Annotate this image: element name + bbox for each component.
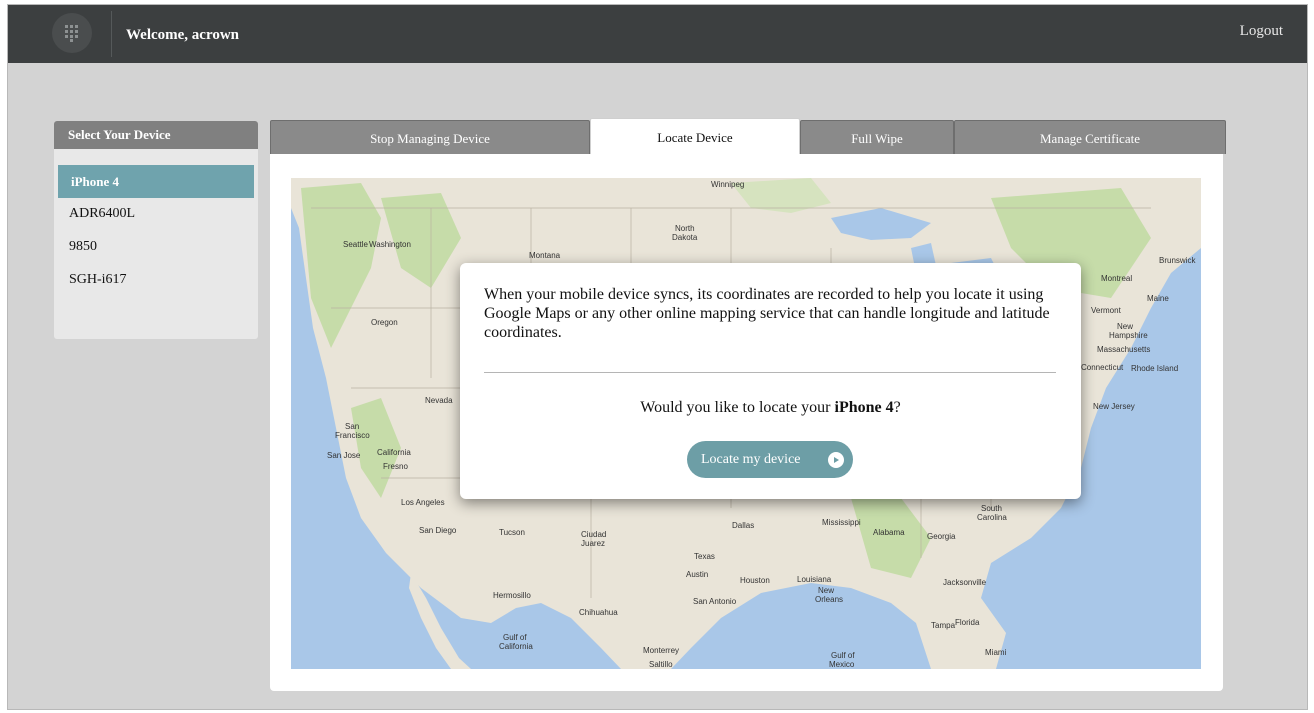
map-label: Chihuahua — [579, 608, 618, 617]
header-divider — [111, 11, 112, 57]
map-label: Winnipeg — [711, 180, 745, 189]
device-item-iphone-4[interactable]: iPhone 4 — [58, 165, 254, 198]
tab-bar: Stop Managing Device Locate Device Full … — [270, 118, 1226, 154]
map-label: Tampa — [931, 621, 956, 630]
device-item-9850[interactable]: 9850 — [54, 231, 258, 264]
tab-locate-device[interactable]: Locate Device — [590, 118, 800, 154]
map-label: Mexico — [829, 660, 855, 669]
map-label: Miami — [985, 648, 1007, 657]
map-label: Oregon — [371, 318, 398, 327]
map-label: Austin — [686, 570, 709, 579]
map-label: Washington — [369, 240, 411, 249]
tab-stop-managing-device[interactable]: Stop Managing Device — [270, 120, 590, 154]
device-item-sgh-i617[interactable]: SGH-i617 — [54, 264, 258, 297]
device-item-adr6400l[interactable]: ADR6400L — [54, 198, 258, 231]
map-label: Juarez — [581, 539, 606, 548]
logout-link[interactable]: Logout — [1240, 23, 1283, 40]
map-label: Alabama — [873, 528, 905, 537]
question-prefix: Would you like to locate your — [640, 399, 835, 416]
locate-my-device-button[interactable]: Locate my device — [687, 441, 853, 478]
map-label: Rhode Island — [1131, 364, 1179, 373]
map-label: Maine — [1147, 294, 1169, 303]
map-label: Jacksonville — [943, 578, 987, 587]
device-sidebar: Select Your Device iPhone 4 ADR6400L 985… — [54, 121, 258, 339]
map-label: San Jose — [327, 451, 361, 460]
map-label: Nevada — [425, 396, 453, 405]
map-label: Seattle — [343, 240, 368, 249]
dialog-question: Would you like to locate your iPhone 4? — [460, 399, 1081, 417]
map-label: Vermont — [1091, 306, 1121, 315]
map-label: Tucson — [499, 528, 525, 537]
map-label: North — [675, 224, 695, 233]
grid-logo-icon — [52, 13, 92, 53]
map-label: Saltillo — [649, 660, 673, 669]
map-label: Dallas — [732, 521, 755, 530]
map-label: Connecticut — [1081, 363, 1124, 372]
dialog-divider — [484, 372, 1056, 373]
sidebar-title: Select Your Device — [54, 121, 258, 149]
question-device: iPhone 4 — [834, 399, 894, 416]
map-label: Monterrey — [643, 646, 680, 655]
tab-full-wipe[interactable]: Full Wipe — [800, 120, 954, 154]
map-label: Ciudad — [581, 530, 607, 539]
map-label: New — [1117, 322, 1134, 331]
map-label: Texas — [694, 552, 715, 561]
map-label: Gulf of — [831, 651, 855, 660]
map-label: Houston — [740, 576, 770, 585]
dialog-description: When your mobile device syncs, its coord… — [484, 286, 1050, 341]
map-label: New — [818, 586, 835, 595]
map-label: San — [345, 422, 360, 431]
map-label: Hampshire — [1109, 331, 1148, 340]
map-label: Montreal — [1101, 274, 1133, 283]
map-label: Georgia — [927, 532, 956, 541]
device-list: iPhone 4 ADR6400L 9850 SGH-i617 — [54, 165, 258, 297]
map-label: Orleans — [815, 595, 844, 604]
map-label: Brunswick — [1159, 256, 1196, 265]
map-label: Massachusetts — [1097, 345, 1151, 354]
map-label: Florida — [955, 618, 980, 627]
map-label: Mississippi — [822, 518, 861, 527]
question-suffix: ? — [893, 399, 901, 416]
map-label: Louisiana — [797, 575, 832, 584]
map-label: Los Angeles — [401, 498, 445, 507]
map-label: Dakota — [672, 233, 698, 242]
map-label: California — [499, 642, 533, 651]
map-label: Hermosillo — [493, 591, 531, 600]
map-label: Montana — [529, 251, 561, 260]
map-label: California — [377, 448, 411, 457]
map-label: San Antonio — [693, 597, 737, 606]
map-label: Fresno — [383, 462, 408, 471]
welcome-text: Welcome, acrown — [126, 27, 240, 43]
map-label: Carolina — [977, 513, 1007, 522]
locate-dialog: When your mobile device syncs, its coord… — [460, 263, 1081, 499]
locate-button-label: Locate my device — [701, 451, 801, 467]
map-label: San Diego — [419, 526, 457, 535]
tab-manage-certificate[interactable]: Manage Certificate — [954, 120, 1226, 154]
map-label: New Jersey — [1093, 402, 1135, 411]
map-label: South — [981, 504, 1002, 513]
app-window: Welcome, acrown Logout Select Your Devic… — [7, 4, 1308, 710]
map-label: Francisco — [335, 431, 370, 440]
play-circle-icon — [828, 452, 844, 468]
top-bar: Welcome, acrown Logout — [8, 5, 1307, 63]
map-label: Gulf of — [503, 633, 527, 642]
